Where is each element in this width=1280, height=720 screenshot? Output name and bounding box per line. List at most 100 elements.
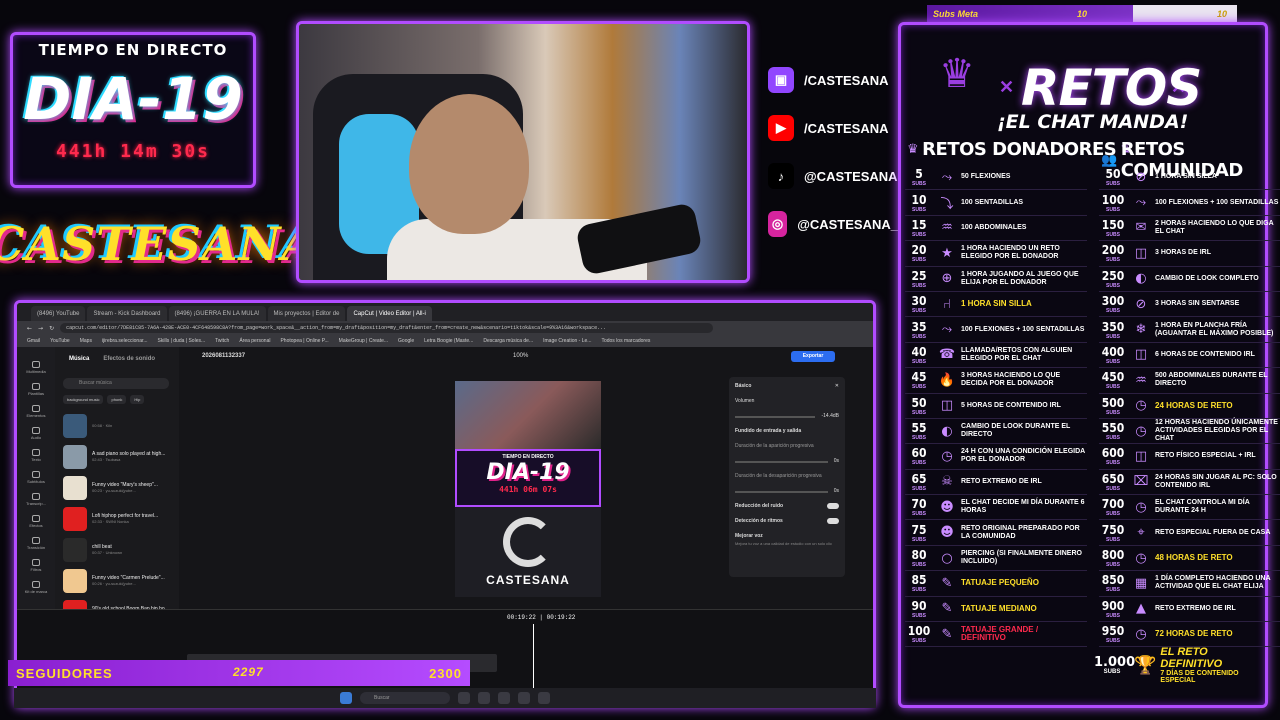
reto-subs: 50 SUBS <box>1105 167 1121 188</box>
chair-icon: ⑁ <box>943 296 951 312</box>
tiktok-icon: ♪ <box>768 163 794 189</box>
reto-subs: 100 SUBS <box>1101 192 1125 213</box>
video-preview: TIEMPO EN DIRECTO DIA-19 441h 06m 07s CA… <box>455 381 601 597</box>
rail-item[interactable]: Elementos <box>27 405 45 423</box>
filter-chip[interactable]: Hip <box>130 395 145 404</box>
taskview-icon[interactable] <box>458 692 470 704</box>
explorer-icon[interactable] <box>478 692 490 704</box>
browser-tab[interactable]: (8496) YouTube <box>31 306 86 321</box>
reto-subs: 50 SUBS <box>911 395 927 416</box>
subs-goal-bar: Subs Meta 10 10 <box>927 5 1237 23</box>
ear-icon: ◐ <box>1135 271 1147 287</box>
forward-icon[interactable]: → <box>38 325 43 332</box>
volume-value[interactable]: -14.4dB <box>821 413 839 419</box>
donors-title: RETOS DONADORES <box>922 139 1117 160</box>
chrome-icon[interactable] <box>498 692 510 704</box>
rail-item[interactable]: Multimedia <box>26 361 46 379</box>
back-icon[interactable]: ← <box>27 325 32 332</box>
rail-item[interactable]: Subtítulos <box>27 471 45 489</box>
zoom-level[interactable]: 100% <box>513 353 528 359</box>
rail-item[interactable]: Transcrip... <box>26 493 46 511</box>
bookmark-item[interactable]: Descarga música de... <box>483 338 533 344</box>
capcut-icon[interactable] <box>518 692 530 704</box>
reto-text: 72 HORAS DE RETO <box>1155 629 1233 639</box>
fade-out-value[interactable]: 0s <box>834 488 839 494</box>
rail-item[interactable]: Texto <box>31 449 41 467</box>
rail-item[interactable]: Kit de marca <box>25 581 47 599</box>
noise-toggle[interactable] <box>827 503 839 509</box>
followers-goal: 2300 <box>429 665 462 681</box>
instagram-icon: ◎ <box>768 211 788 237</box>
day-counter: DIA-19 <box>23 65 243 133</box>
rail-icon <box>32 515 40 522</box>
tab-music[interactable]: Música <box>69 356 89 362</box>
music-track[interactable]: A sad piano solo played at high... 02:43 … <box>55 441 179 472</box>
bookmark-item[interactable]: Twitch <box>215 338 229 344</box>
url-field[interactable]: capcut.com/editor/7DE81C85-7A6A-428E-ACE… <box>60 323 713 333</box>
fade-out-slider[interactable] <box>735 491 828 493</box>
reload-icon[interactable]: ↻ <box>49 325 54 332</box>
group-icon: ☻ <box>940 525 954 541</box>
props-title: Básico <box>735 383 752 389</box>
browser-tab[interactable]: Mis proyectos | Editor de <box>267 306 346 321</box>
bookmark-item[interactable]: YouTube <box>50 338 70 344</box>
bookmark-item[interactable]: Google <box>398 338 414 344</box>
social-youtube[interactable]: ▶ /CASTESANA <box>768 115 898 141</box>
music-search-input[interactable]: Buscar música <box>63 378 169 389</box>
bookmark-item[interactable]: Maps <box>80 338 92 344</box>
reto-subs: 500 SUBS <box>1101 395 1125 416</box>
export-button[interactable]: Exportar <box>791 351 835 362</box>
browser-tab[interactable]: Stream - Kick Dashboard <box>87 306 167 321</box>
social-tiktok[interactable]: ♪ @CASTESANA <box>768 163 898 189</box>
social-twitch[interactable]: ▣ /CASTESANA <box>768 67 898 93</box>
social-handle: @CASTESANA_ <box>797 216 898 232</box>
bookmark-item[interactable]: Área personal <box>239 338 270 344</box>
stream-timer-panel: TIEMPO EN DIRECTO DIA-19 441h 14m 30s <box>10 32 256 188</box>
fade-in-value[interactable]: 0s <box>834 458 839 464</box>
rail-item[interactable]: Plantillas <box>28 383 44 401</box>
music-track[interactable]: Funny video "Carmen Prelude"... 00:26 · y… <box>55 565 179 596</box>
filter-chip[interactable]: phonk <box>107 395 127 404</box>
snowflake-icon: ❄ <box>1135 322 1147 338</box>
music-track[interactable]: Lofi hiphop perfect for travel... 02:33 ·… <box>55 503 179 534</box>
reto-subs: 25 SUBS <box>911 268 927 289</box>
close-icon[interactable]: ✕ <box>835 383 839 389</box>
no-sit-icon: ⊘ <box>1135 296 1147 312</box>
volume-slider[interactable] <box>735 416 816 418</box>
reto-text: EL CHAT CONTROLA MI DÍA DURANTE 24 H <box>1155 499 1250 515</box>
reto-subs: 70 SUBS <box>911 497 927 518</box>
obs-icon[interactable] <box>538 692 550 704</box>
project-name[interactable]: 2026081132337 <box>202 353 245 359</box>
taskbar-search[interactable]: Buscar <box>360 692 450 704</box>
bookmark-item[interactable]: Photopea | Online P... <box>280 338 328 344</box>
track-thumbnail <box>63 537 87 562</box>
bookmark-item[interactable]: Gmail <box>27 338 40 344</box>
fade-in-slider[interactable] <box>735 461 828 463</box>
bookmark-item[interactable]: Todos los marcadores <box>601 338 650 344</box>
bookmark-item[interactable]: Letra Boogie (Maste... <box>424 338 473 344</box>
music-track[interactable]: 00:58 · Kiln <box>55 410 179 441</box>
social-instagram[interactable]: ◎ @CASTESANA_ <box>768 211 898 237</box>
reto-subs: 15 SUBS <box>911 217 927 238</box>
reto-text: 5 HORAS DE CONTENIDO IRL <box>961 401 1061 409</box>
bookmark-item[interactable]: Image Creation - Le... <box>543 338 591 344</box>
browser-tab[interactable]: CapCut | Video Editor | All-i <box>347 306 432 321</box>
beats-toggle[interactable] <box>827 518 839 524</box>
bookmark-item[interactable]: ijirebra.seleccionar... <box>102 338 148 344</box>
rail-icon <box>31 581 40 588</box>
bookmark-item[interactable]: Skills | duda | Soles... <box>158 338 206 344</box>
bookmark-item[interactable]: MakeGroup | Create... <box>339 338 388 344</box>
rail-item[interactable]: Filtros <box>31 559 41 577</box>
tab-sound-effects[interactable]: Efectos de sonido <box>103 356 155 362</box>
browser-tab[interactable]: (8496) ¡GUERRA EN LA MULA! <box>168 306 266 321</box>
filter-chip[interactable]: background music <box>63 395 104 404</box>
reto-row: 100 SUBS ✎ TATUAJE GRANDE / DEFINITIVO <box>905 622 1087 648</box>
music-track[interactable]: Funny video "Mary's sheep"... 00:23 · yu-… <box>55 472 179 503</box>
start-icon[interactable] <box>340 692 352 704</box>
music-track[interactable]: chill beat 00:37 · Unknown <box>55 534 179 565</box>
rail-item[interactable]: Efectos <box>29 515 43 533</box>
reto-text: PIERCING (SI FINALMENTE DINERO INCLUIDO) <box>961 550 1082 566</box>
reto-row: 450 SUBS ♒ 500 ABDOMINALES DURANTE EL DIREC… <box>1099 368 1280 394</box>
rail-item[interactable]: Audio <box>31 427 41 445</box>
rail-item[interactable]: Transición <box>27 537 45 555</box>
